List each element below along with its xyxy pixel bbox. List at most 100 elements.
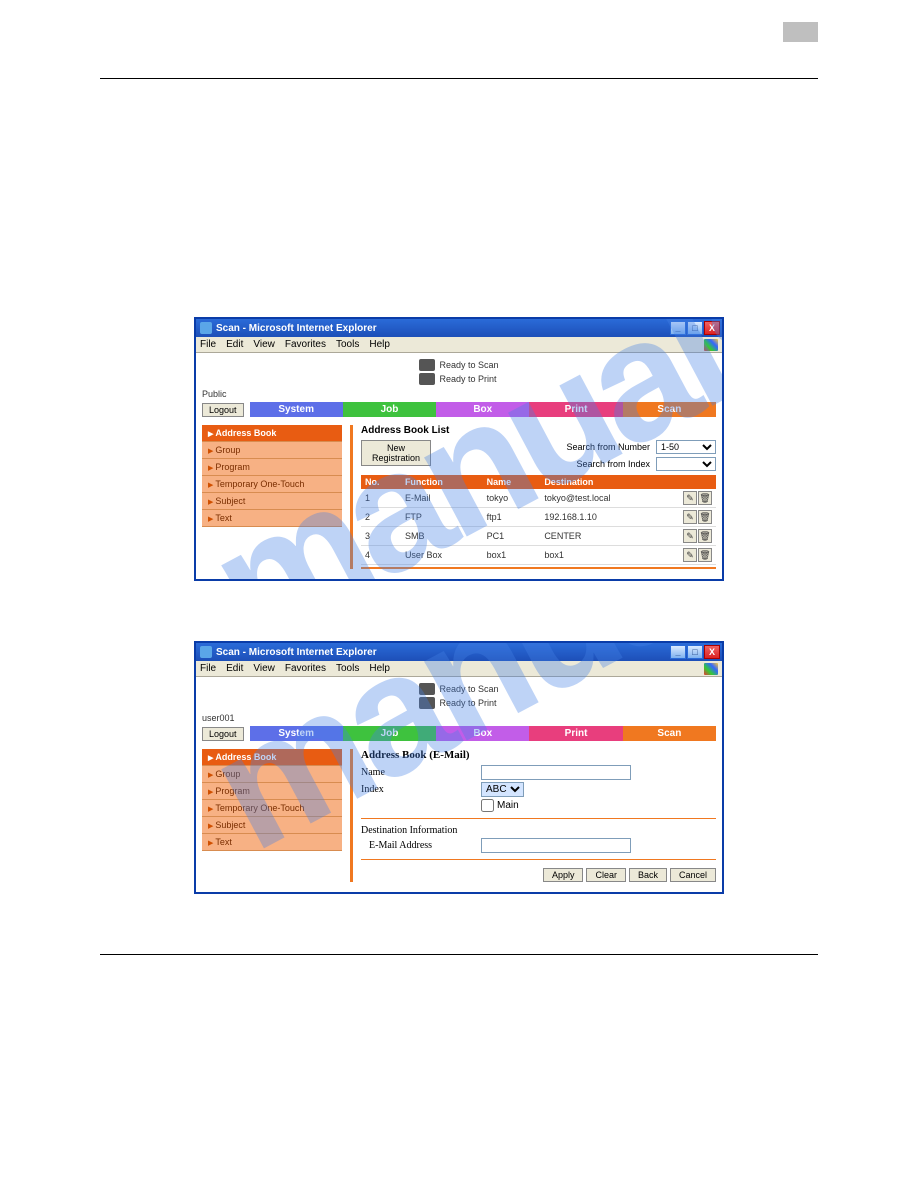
sidebar-item-program[interactable]: Program xyxy=(202,783,342,800)
menu-favorites[interactable]: Favorites xyxy=(285,663,326,674)
tab-box[interactable]: Box xyxy=(436,726,529,741)
device-status: Ready to Scan Ready to Print xyxy=(419,359,498,385)
screenshot-2: manualshive.com Scan - Microsoft Interne… xyxy=(194,641,724,894)
menu-help[interactable]: Help xyxy=(369,663,390,674)
tab-box[interactable]: Box xyxy=(436,402,529,417)
sidebar-item-group[interactable]: Group xyxy=(202,766,342,783)
form-heading: Address Book (E-Mail) xyxy=(361,749,716,761)
menu-tools[interactable]: Tools xyxy=(336,663,359,674)
close-button[interactable]: X xyxy=(704,321,720,335)
menu-bar: File Edit View Favorites Tools Help xyxy=(196,337,722,353)
menu-bar: File Edit View Favorites Tools Help xyxy=(196,661,722,677)
back-button[interactable]: Back xyxy=(629,868,667,882)
window-title: Scan - Microsoft Internet Explorer xyxy=(216,647,377,658)
nav-tabs: System Job Box Print Scan xyxy=(250,402,716,417)
sidebar: Address Book Group Program Temporary One… xyxy=(202,749,342,882)
menu-view[interactable]: View xyxy=(253,339,275,350)
sidebar-item-group[interactable]: Group xyxy=(202,442,342,459)
col-no: No. xyxy=(361,475,401,489)
col-name: Name xyxy=(483,475,541,489)
printer-icon xyxy=(419,373,435,385)
status-scan: Ready to Scan xyxy=(439,684,498,694)
index-select[interactable]: ABC xyxy=(481,782,524,797)
minimize-button[interactable]: _ xyxy=(670,321,686,335)
search-number-label: Search from Number xyxy=(566,442,650,452)
ie-icon xyxy=(200,646,212,658)
name-input[interactable] xyxy=(481,765,631,780)
list-heading: Address Book List xyxy=(361,425,716,436)
sidebar-item-addressbook[interactable]: Address Book xyxy=(202,749,342,766)
col-destination: Destination xyxy=(540,475,672,489)
table-row: 2FTPftp1192.168.1.10✎🗑 xyxy=(361,508,716,527)
table-row: 4User Boxbox1box1✎🗑 xyxy=(361,546,716,565)
windows-flag-icon xyxy=(704,339,718,351)
status-print: Ready to Print xyxy=(439,698,496,708)
maximize-button[interactable]: □ xyxy=(687,321,703,335)
logout-button[interactable]: Logout xyxy=(202,403,244,417)
top-rule xyxy=(100,78,818,79)
search-index-select[interactable] xyxy=(656,457,716,471)
edit-icon[interactable]: ✎ xyxy=(683,491,697,505)
edit-icon[interactable]: ✎ xyxy=(683,529,697,543)
edit-icon[interactable]: ✎ xyxy=(683,548,697,562)
apply-button[interactable]: Apply xyxy=(543,868,584,882)
maximize-button[interactable]: □ xyxy=(687,645,703,659)
sidebar-item-subject[interactable]: Subject xyxy=(202,817,342,834)
bottom-rule xyxy=(100,954,818,955)
destination-heading: Destination Information xyxy=(361,825,716,836)
sidebar-item-addressbook[interactable]: Address Book xyxy=(202,425,342,442)
edit-icon[interactable]: ✎ xyxy=(683,510,697,524)
col-function: Function xyxy=(401,475,483,489)
tab-print[interactable]: Print xyxy=(529,402,622,417)
menu-tools[interactable]: Tools xyxy=(336,339,359,350)
tab-job[interactable]: Job xyxy=(343,402,436,417)
tab-system[interactable]: System xyxy=(250,726,343,741)
sidebar-item-text[interactable]: Text xyxy=(202,834,342,851)
tab-print[interactable]: Print xyxy=(529,726,622,741)
sidebar-item-text[interactable]: Text xyxy=(202,510,342,527)
tab-job[interactable]: Job xyxy=(343,726,436,741)
sidebar-item-temp[interactable]: Temporary One-Touch xyxy=(202,476,342,493)
tab-scan[interactable]: Scan xyxy=(623,726,716,741)
menu-favorites[interactable]: Favorites xyxy=(285,339,326,350)
page-corner-marker xyxy=(783,22,818,42)
name-label: Name xyxy=(361,767,481,778)
delete-icon[interactable]: 🗑 xyxy=(698,491,712,505)
email-input[interactable] xyxy=(481,838,631,853)
scanner-icon xyxy=(419,683,435,695)
delete-icon[interactable]: 🗑 xyxy=(698,529,712,543)
sidebar-item-temp[interactable]: Temporary One-Touch xyxy=(202,800,342,817)
window-controls: _ □ X xyxy=(670,321,720,335)
window-titlebar: Scan - Microsoft Internet Explorer _ □ X xyxy=(196,319,722,337)
main-checkbox[interactable] xyxy=(481,799,494,812)
sidebar-item-subject[interactable]: Subject xyxy=(202,493,342,510)
menu-help[interactable]: Help xyxy=(369,339,390,350)
logout-button[interactable]: Logout xyxy=(202,727,244,741)
cancel-button[interactable]: Cancel xyxy=(670,868,716,882)
menu-file[interactable]: File xyxy=(200,339,216,350)
table-row: 1E-Mailtokyotokyo@test.local✎🗑 xyxy=(361,489,716,508)
status-print: Ready to Print xyxy=(439,374,496,384)
menu-edit[interactable]: Edit xyxy=(226,663,243,674)
clear-button[interactable]: Clear xyxy=(586,868,626,882)
address-book-table: No. Function Name Destination 1E-Mailtok… xyxy=(361,475,716,565)
sidebar-item-program[interactable]: Program xyxy=(202,459,342,476)
table-row: 3SMBPC1CENTER✎🗑 xyxy=(361,527,716,546)
tab-scan[interactable]: Scan xyxy=(623,402,716,417)
sidebar: Address Book Group Program Temporary One… xyxy=(202,425,342,569)
windows-flag-icon xyxy=(704,663,718,675)
menu-file[interactable]: File xyxy=(200,663,216,674)
menu-edit[interactable]: Edit xyxy=(226,339,243,350)
close-button[interactable]: X xyxy=(704,645,720,659)
tab-system[interactable]: System xyxy=(250,402,343,417)
menu-view[interactable]: View xyxy=(253,663,275,674)
index-label: Index xyxy=(361,784,481,795)
delete-icon[interactable]: 🗑 xyxy=(698,510,712,524)
device-status: Ready to Scan Ready to Print xyxy=(419,683,498,709)
email-label: E-Mail Address xyxy=(361,840,481,851)
delete-icon[interactable]: 🗑 xyxy=(698,548,712,562)
new-registration-button[interactable]: New Registration xyxy=(361,440,431,466)
window-title: Scan - Microsoft Internet Explorer xyxy=(216,323,377,334)
search-number-select[interactable]: 1-50 xyxy=(656,440,716,454)
minimize-button[interactable]: _ xyxy=(670,645,686,659)
